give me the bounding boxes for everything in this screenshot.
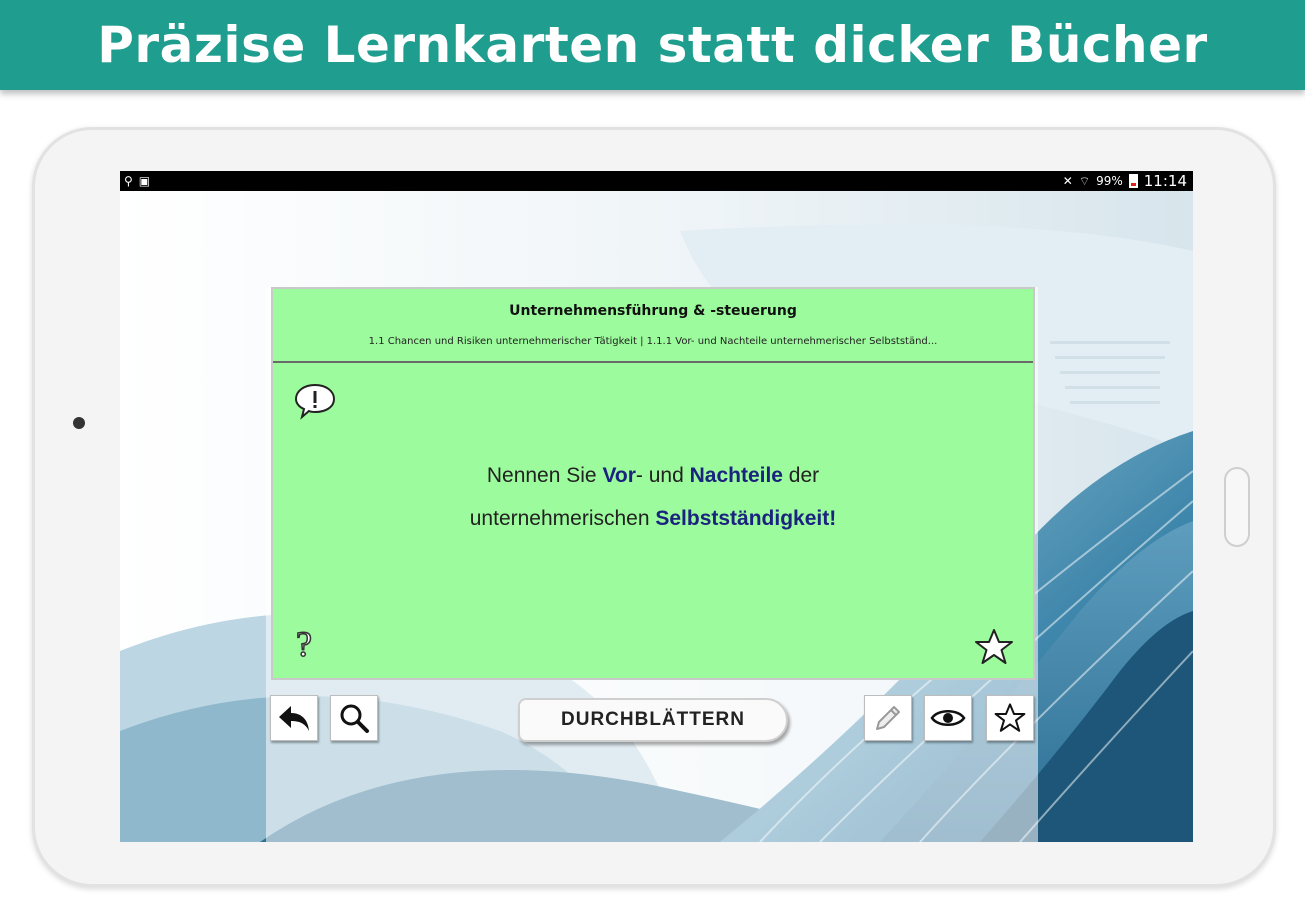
star-icon — [994, 703, 1026, 732]
eye-icon — [930, 710, 966, 726]
battery-percent: 99% — [1096, 174, 1123, 188]
question-keyword: Vor — [602, 464, 636, 487]
pencil-icon — [876, 706, 900, 730]
usb-icon: ⚲ — [124, 174, 133, 188]
question-text: Nennen Sie — [486, 464, 603, 487]
tablet-screen: ⚲ ▣ ✕ ⌔ 99% 11:14 Unternehmensführung & … — [120, 171, 1193, 842]
camera-icon — [73, 417, 85, 429]
card-header: Unternehmensführung & -steuerung 1.1 Cha… — [273, 289, 1033, 363]
banner-title: Präzise Lernkarten statt dicker Bücher — [97, 16, 1208, 74]
question-mark-icon[interactable]: ? — [295, 623, 312, 665]
show-answer-button[interactable] — [924, 695, 972, 741]
edit-button[interactable] — [864, 695, 912, 741]
back-arrow-icon — [279, 706, 309, 731]
speech-bubble-exclamation-icon[interactable] — [293, 382, 337, 420]
question-text: - und — [635, 464, 690, 487]
tablet-home-button — [1224, 467, 1250, 547]
browse-button[interactable]: DURCHBLÄTTERN — [518, 698, 788, 742]
star-icon[interactable] — [974, 628, 1014, 666]
wifi-icon: ⌔ — [1078, 174, 1091, 188]
card-toolbar: DURCHBLÄTTERN — [268, 695, 1038, 745]
question-keyword: Nachteile — [689, 464, 783, 487]
back-button[interactable] — [270, 695, 318, 741]
favorite-button[interactable] — [986, 695, 1034, 741]
question-text: der — [782, 464, 820, 487]
status-bar: ⚲ ▣ ✕ ⌔ 99% 11:14 — [120, 171, 1193, 191]
browse-button-label: DURCHBLÄTTERN — [561, 709, 745, 730]
card-title: Unternehmensführung & -steuerung — [509, 303, 797, 319]
mute-icon: ✕ — [1062, 174, 1073, 188]
search-button[interactable] — [330, 695, 378, 741]
battery-icon — [1128, 174, 1138, 188]
search-icon — [340, 704, 369, 733]
promo-banner: Präzise Lernkarten statt dicker Bücher — [0, 0, 1305, 90]
card-question: Nennen Sie Vor- und Nachteile der untern… — [273, 454, 1033, 540]
question-text: unternehmerischen — [469, 507, 656, 530]
card-breadcrumb: 1.1 Chancen und Risiken unternehmerische… — [368, 336, 938, 347]
question-keyword: Selbstständigkeit! — [655, 507, 837, 530]
clock: 11:14 — [1143, 172, 1187, 190]
image-icon: ▣ — [138, 174, 151, 188]
flashcard[interactable]: Unternehmensführung & -steuerung 1.1 Cha… — [271, 287, 1035, 680]
